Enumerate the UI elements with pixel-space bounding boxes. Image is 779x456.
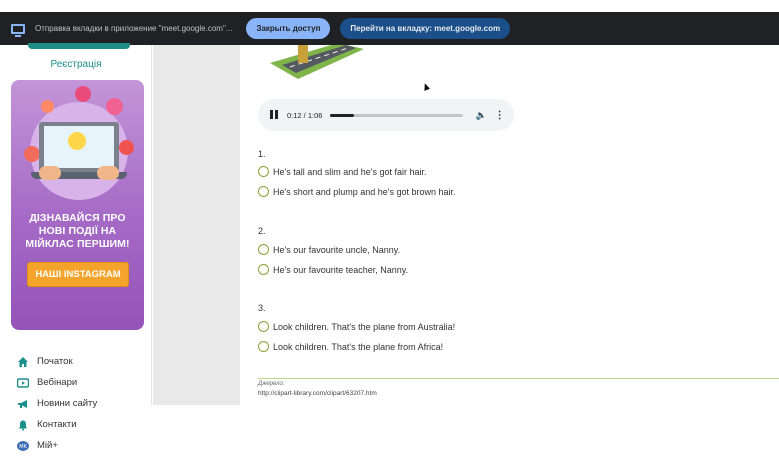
audio-seek-bar[interactable] [330,113,464,117]
instagram-promo-banner: ДІЗНАВАЙСЯ ПРО НОВІ ПОДІЇ НА МІЙКЛАС ПЕР… [11,80,144,330]
sidebar-item-label: Вебінари [37,377,78,388]
screen-share-bar: Отправка вкладки в приложение "meet.goog… [0,12,779,45]
radio-button[interactable] [258,341,269,352]
hand-illustration [39,166,61,180]
stop-sharing-button[interactable]: Закрыть доступ [246,18,331,39]
radio-button[interactable] [258,186,269,197]
sidebar-item-my-plus[interactable]: MK Мій+ [0,435,152,456]
answer-label: He's short and plump and he's got brown … [273,186,456,197]
sidebar-item-contacts[interactable]: Контакти [0,414,152,435]
megaphone-icon [17,398,29,410]
source-link[interactable]: http://clipart-library.com/clipart/63207… [258,390,377,397]
promo-title: ДІЗНАВАЙСЯ ПРО НОВІ ПОДІЇ НА МІЙКЛАС ПЕР… [25,212,130,250]
sidebar-nav: Початок Вебінари Новини сайту Контакти M… [0,351,152,456]
sidebar-item-webinars[interactable]: Вебінари [0,372,152,393]
radio-button[interactable] [258,264,269,275]
sidebar-item-label: Контакти [37,419,77,430]
go-to-tab-button[interactable]: Перейти на вкладку: meet.google.com [340,18,511,39]
question-number: 3. [258,303,266,313]
answer-label: Look children. That's the plane from Afr… [273,341,444,352]
screen-share-icon [11,23,25,37]
pause-icon[interactable] [270,110,280,120]
more-options-icon[interactable]: ⋮ [495,110,505,121]
answer-option[interactable]: He's tall and slim and he's got fair hai… [258,166,427,177]
answer-option[interactable]: Look children. That's the plane from Afr… [258,341,443,352]
chat-icon [119,140,134,155]
radio-button[interactable] [258,166,269,177]
hand-illustration [97,166,119,180]
lesson-content: 0:12 / 1:06 🔈 ⋮ 1. He's tall and slim an… [240,45,779,405]
sidebar: Реєстрація ДІЗНАВАЙСЯ ПРО НОВІ ПОДІЇ НА … [0,43,152,451]
road-clipart-image [270,45,364,79]
bell-icon [17,419,29,431]
instagram-button[interactable]: НАШІ INSTAGRAM [27,262,129,287]
answer-option[interactable]: He's our favourite teacher, Nanny. [258,264,408,275]
audio-progress [330,113,355,117]
sidebar-item-label: Новини сайту [37,398,98,409]
svg-text:MK: MK [19,443,27,449]
lightbulb-icon [68,132,86,150]
heart-icon [24,146,40,162]
answer-label: He's our favourite teacher, Nanny. [273,264,409,275]
instagram-icon [106,98,123,115]
content-gutter [153,45,240,405]
profile-badge-icon: MK [17,440,29,452]
audio-player[interactable]: 0:12 / 1:06 🔈 ⋮ [258,99,514,131]
source-label: Джерело: [258,381,285,387]
radio-button[interactable] [258,244,269,255]
sidebar-item-label: Початок [37,356,73,367]
answer-option[interactable]: He's short and plump and he's got brown … [258,186,456,197]
feather-icon [75,86,91,102]
like-icon [41,100,54,113]
sidebar-item-home[interactable]: Початок [0,351,152,372]
volume-icon[interactable]: 🔈 [475,110,486,121]
question-number: 1. [258,149,266,159]
share-status-text: Отправка вкладки в приложение "meet.goog… [35,24,233,33]
source-divider [258,378,779,379]
sidebar-item-label: Мій+ [37,440,58,451]
radio-button[interactable] [258,321,269,332]
answer-option[interactable]: He's our favourite uncle, Nanny. [258,244,400,255]
video-icon [17,377,29,389]
answer-label: He's tall and slim and he's got fair hai… [273,166,427,177]
answer-option[interactable]: Look children. That's the plane from Aus… [258,321,455,332]
question-number: 2. [258,226,266,236]
home-icon [17,356,29,368]
sidebar-item-news[interactable]: Новини сайту [0,393,152,414]
answer-label: Look children. That's the plane from Aus… [273,321,456,332]
answer-label: He's our favourite uncle, Nanny. [273,244,401,255]
register-button-edge[interactable] [28,43,130,49]
register-link[interactable]: Реєстрація [0,59,152,70]
audio-time: 0:12 / 1:06 [287,110,323,120]
